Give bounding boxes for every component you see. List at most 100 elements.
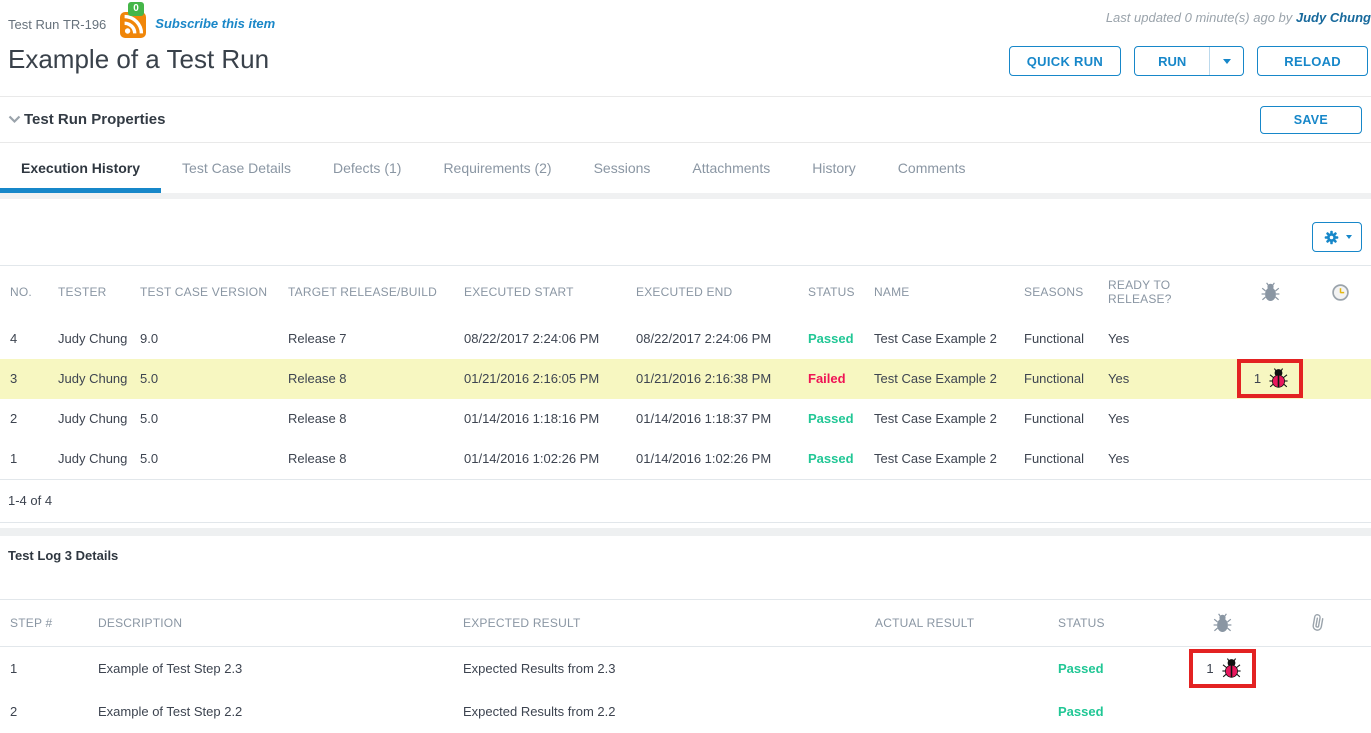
quick-run-button[interactable]: QUICK RUN	[1009, 46, 1121, 76]
log-step-row-1[interactable]: 1 Example of Test Step 2.3 Expected Resu…	[0, 646, 1371, 691]
cell-end: 08/22/2017 2:24:06 PM	[626, 319, 798, 359]
run-button[interactable]: RUN	[1135, 47, 1209, 75]
table-settings-button[interactable]	[1312, 222, 1362, 252]
reload-button[interactable]: RELOAD	[1257, 46, 1368, 76]
col-step[interactable]: STEP #	[0, 599, 88, 646]
cell-seasons: Functional	[1014, 439, 1098, 479]
cell-defects: 1	[1230, 359, 1310, 399]
test-log-details-title: Test Log 3 Details	[8, 548, 118, 563]
col-ready-to-release[interactable]: READY TO RELEASE?	[1098, 266, 1230, 319]
rss-badge: 0	[128, 2, 144, 16]
cell-release: Release 8	[278, 399, 454, 439]
cell-seasons: Functional	[1014, 319, 1098, 359]
test-run-properties-toggle[interactable]: Test Run Properties	[8, 111, 165, 128]
save-button[interactable]: SAVE	[1260, 106, 1362, 134]
run-dropdown-button[interactable]	[1209, 47, 1243, 75]
col-executed-end[interactable]: EXECUTED END	[626, 266, 798, 319]
cell-status: Passed	[798, 439, 864, 479]
cell-execution-time	[1310, 359, 1371, 399]
defect-link-annotated[interactable]: 1	[1237, 359, 1303, 398]
cell-tester: Judy Chung	[48, 399, 130, 439]
cell-actual	[865, 691, 1048, 733]
cell-no: 3	[0, 359, 48, 399]
cell-status: Passed	[1048, 646, 1180, 691]
cell-release: Release 8	[278, 439, 454, 479]
ladybug-icon	[1222, 658, 1241, 679]
col-status[interactable]: STATUS	[1048, 599, 1180, 646]
test-run-page: Test Run TR-196 0 Subscribe this item La…	[0, 0, 1371, 733]
cell-ready: Yes	[1098, 359, 1230, 399]
col-expected-result[interactable]: EXPECTED RESULT	[453, 599, 865, 646]
col-defects[interactable]	[1180, 599, 1265, 646]
subscribe-link[interactable]: Subscribe this item	[155, 12, 275, 31]
cell-status: Passed	[798, 319, 864, 359]
item-id: TR-196	[63, 17, 106, 32]
cell-end: 01/21/2016 2:16:38 PM	[626, 359, 798, 399]
tab-requirements[interactable]: Requirements (2)	[422, 143, 572, 193]
cell-name: Test Case Example 2	[864, 319, 1014, 359]
col-actual-result[interactable]: ACTUAL RESULT	[865, 599, 1048, 646]
tab-execution-history[interactable]: Execution History	[0, 143, 161, 193]
cell-description: Example of Test Step 2.2	[88, 691, 453, 733]
col-description[interactable]: DESCRIPTION	[88, 599, 453, 646]
execution-row-2[interactable]: 2 Judy Chung 5.0 Release 8 01/14/2016 1:…	[0, 399, 1371, 439]
tab-sessions[interactable]: Sessions	[573, 143, 672, 193]
defect-count: 1	[1254, 371, 1261, 386]
cell-release: Release 7	[278, 319, 454, 359]
col-defects[interactable]	[1230, 266, 1310, 319]
cell-ready: Yes	[1098, 399, 1230, 439]
execution-row-1[interactable]: 1 Judy Chung 5.0 Release 8 01/14/2016 1:…	[0, 439, 1371, 479]
test-log-details-table: STEP # DESCRIPTION EXPECTED RESULT ACTUA…	[0, 599, 1371, 733]
execution-row-3-selected[interactable]: 3 Judy Chung 5.0 Release 8 01/21/2016 2:…	[0, 359, 1371, 399]
cell-expected: Expected Results from 2.2	[453, 691, 865, 733]
col-executed-start[interactable]: EXECUTED START	[454, 266, 626, 319]
cell-status: Passed	[798, 399, 864, 439]
page-header: Test Run TR-196 0 Subscribe this item La…	[0, 0, 1371, 97]
last-updated-user: Judy Chung	[1296, 10, 1371, 25]
cell-attachments	[1265, 646, 1371, 691]
col-test-case-version[interactable]: TEST CASE VERSION	[130, 266, 278, 319]
rss-subscribe-button[interactable]: 0	[120, 12, 146, 38]
cell-attachments	[1265, 691, 1371, 733]
col-target-release[interactable]: TARGET RELEASE/BUILD	[278, 266, 454, 319]
cell-description: Example of Test Step 2.3	[88, 646, 453, 691]
execution-table-header-row: NO. TESTER TEST CASE VERSION TARGET RELE…	[0, 266, 1371, 319]
tab-history[interactable]: History	[791, 143, 877, 193]
chevron-down-icon	[8, 115, 21, 124]
defect-link-annotated[interactable]: 1	[1189, 649, 1255, 688]
caret-down-icon	[1223, 59, 1231, 64]
col-seasons[interactable]: SEASONS	[1014, 266, 1098, 319]
col-status[interactable]: STATUS	[798, 266, 864, 319]
last-updated-prefix: Last updated 0 minute(s) ago by	[1106, 10, 1296, 25]
cell-start: 08/22/2017 2:24:06 PM	[454, 319, 626, 359]
gear-icon	[1323, 229, 1340, 246]
tab-comments[interactable]: Comments	[877, 143, 987, 193]
cell-no: 4	[0, 319, 48, 359]
properties-title-label: Test Run Properties	[24, 111, 165, 128]
cell-start: 01/14/2016 1:02:26 PM	[454, 439, 626, 479]
col-no[interactable]: NO.	[0, 266, 48, 319]
cell-ready: Yes	[1098, 319, 1230, 359]
tab-test-case-details[interactable]: Test Case Details	[161, 143, 312, 193]
cell-seasons: Functional	[1014, 359, 1098, 399]
cell-defects: 1	[1180, 646, 1265, 691]
tab-defects[interactable]: Defects (1)	[312, 143, 422, 193]
cell-tester: Judy Chung	[48, 359, 130, 399]
cell-status: Failed	[798, 359, 864, 399]
tab-attachments[interactable]: Attachments	[671, 143, 791, 193]
col-tester[interactable]: TESTER	[48, 266, 130, 319]
col-execution-time[interactable]	[1310, 266, 1371, 319]
cell-end: 01/14/2016 1:02:26 PM	[626, 439, 798, 479]
cell-step: 1	[0, 646, 88, 691]
log-step-row-2[interactable]: 2 Example of Test Step 2.2 Expected Resu…	[0, 691, 1371, 733]
paperclip-icon	[1308, 612, 1327, 633]
cell-expected: Expected Results from 2.3	[453, 646, 865, 691]
cell-name: Test Case Example 2	[864, 359, 1014, 399]
col-name[interactable]: NAME	[864, 266, 1014, 319]
cell-release: Release 8	[278, 359, 454, 399]
cell-defects	[1180, 691, 1265, 733]
execution-row-4[interactable]: 4 Judy Chung 9.0 Release 7 08/22/2017 2:…	[0, 319, 1371, 359]
cell-version: 5.0	[130, 359, 278, 399]
page-title: Example of a Test Run	[8, 44, 269, 75]
col-attachments[interactable]	[1265, 599, 1371, 646]
